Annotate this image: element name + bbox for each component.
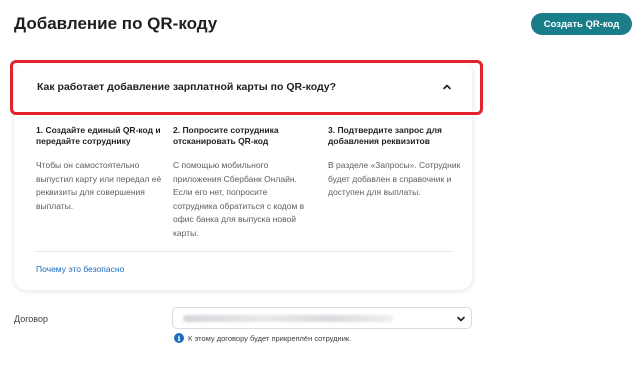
step-1-text: Чтобы он самостоятельно выпустил карту и… bbox=[36, 160, 162, 211]
step-2-title: 2. Попросите сотрудника отсканировать QR… bbox=[173, 125, 279, 146]
accordion-title: Как работает добавление зарплатной карты… bbox=[37, 81, 337, 93]
contract-label: Договор bbox=[14, 314, 48, 324]
step-2-text: С помощью мобильного приложения Сбербанк… bbox=[173, 160, 305, 238]
step-1-title: 1. Создайте единый QR-код и передайте со… bbox=[36, 125, 161, 146]
step-3-text: В разделе «Запросы». Сотрудник будет доб… bbox=[328, 160, 461, 197]
divider bbox=[35, 251, 453, 252]
safety-link[interactable]: Почему это безопасно bbox=[36, 264, 124, 274]
step-1: 1. Создайте единый QR-код и передайте со… bbox=[36, 125, 176, 213]
info-icon: i bbox=[174, 333, 184, 343]
accordion-header[interactable]: Как работает добавление зарплатной карты… bbox=[14, 62, 472, 112]
chevron-up-icon[interactable] bbox=[442, 82, 452, 92]
step-3-title: 3. Подтвердите запрос для добавления рек… bbox=[328, 125, 442, 146]
step-3: 3. Подтвердите запрос для добавления рек… bbox=[328, 125, 468, 200]
contract-select[interactable] bbox=[172, 307, 472, 329]
create-qr-button[interactable]: Создать QR-код bbox=[531, 13, 632, 35]
contract-hint: i К этому договору будет прикреплён сотр… bbox=[174, 333, 351, 343]
page-title: Добавление по QR-коду bbox=[14, 14, 218, 33]
step-2: 2. Попросите сотрудника отсканировать QR… bbox=[173, 125, 313, 240]
chevron-down-icon[interactable] bbox=[456, 314, 466, 324]
contract-value-redacted bbox=[183, 315, 393, 322]
contract-hint-text: К этому договору будет прикреплён сотруд… bbox=[188, 333, 352, 343]
